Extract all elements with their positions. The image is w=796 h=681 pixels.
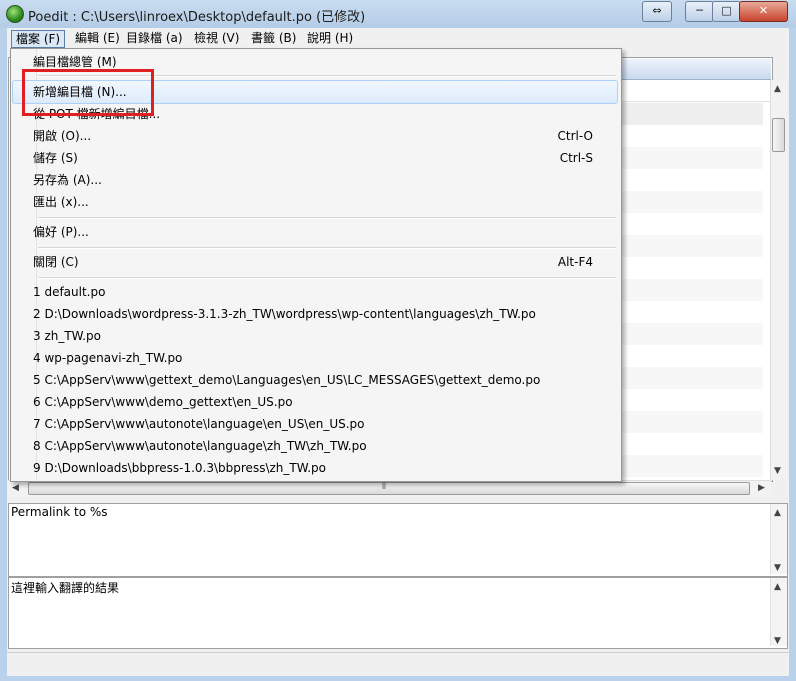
- list-row[interactable]: [621, 411, 763, 433]
- menu-item-save[interactable]: 儲存 (S) Ctrl-S: [33, 147, 593, 169]
- close-button[interactable]: ✕: [739, 1, 788, 22]
- poedit-app-icon[interactable]: [6, 5, 24, 23]
- menu-item-recent-file[interactable]: 6 C:\AppServ\www\demo_gettext\en_US.po: [33, 391, 593, 413]
- source-text-pane[interactable]: [8, 503, 788, 577]
- scroll-down-icon[interactable]: ▼: [774, 636, 781, 646]
- translation-text-pane[interactable]: [8, 577, 788, 649]
- list-row[interactable]: [621, 367, 763, 389]
- menu-item-recent-file[interactable]: 1 default.po: [33, 281, 593, 303]
- minimize-button[interactable]: ─: [685, 1, 714, 22]
- source-text: Permalink to %s: [11, 505, 108, 519]
- menu-item-save-as[interactable]: 另存為 (A)...: [33, 169, 593, 191]
- menu-separator: [38, 217, 616, 219]
- menu-item-preferences[interactable]: 偏好 (P)...: [33, 221, 593, 243]
- menu-bar: 檔案 (F) 編輯 (E) 目錄檔 (a) 檢視 (V) 書籤 (B) 說明 (…: [7, 28, 789, 49]
- list-vertical-scroll-thumb[interactable]: [772, 118, 785, 152]
- menu-item-recent-file[interactable]: 3 zh_TW.po: [33, 325, 593, 347]
- menu-item-recent-file[interactable]: 5 C:\AppServ\www\gettext_demo\Languages\…: [33, 369, 593, 391]
- scroll-up-icon[interactable]: ▲: [774, 84, 781, 94]
- list-row[interactable]: [621, 81, 771, 102]
- menu-edit[interactable]: 編輯 (E): [71, 30, 124, 46]
- scroll-left-icon[interactable]: ◀: [12, 483, 19, 493]
- list-row[interactable]: [621, 191, 763, 213]
- window-title: Poedit : C:\Users\linroex\Desktop\defaul…: [28, 10, 366, 25]
- menu-item-open[interactable]: 開啟 (O)... Ctrl-O: [33, 125, 593, 147]
- menu-item-recent-file[interactable]: 8 C:\AppServ\www\autonote\language\zh_TW…: [33, 435, 593, 457]
- menu-bookmarks[interactable]: 書籤 (B): [247, 30, 300, 46]
- menu-item-recent-file[interactable]: 2 D:\Downloads\wordpress-3.1.3-zh_TW\wor…: [33, 303, 593, 325]
- list-row[interactable]: [621, 323, 763, 345]
- scroll-down-icon[interactable]: ▼: [774, 563, 781, 573]
- scroll-grip-icon: ⦀: [382, 482, 386, 492]
- list-row[interactable]: [621, 147, 763, 169]
- menu-separator: [38, 277, 616, 279]
- menu-item-close[interactable]: 關閉 (C) Alt-F4: [33, 251, 593, 273]
- scroll-up-icon[interactable]: ▲: [774, 508, 781, 518]
- list-row[interactable]: [621, 103, 763, 125]
- status-bar: [7, 652, 789, 675]
- menu-item-recent-file[interactable]: 9 D:\Downloads\bbpress-1.0.3\bbpress\zh_…: [33, 457, 593, 479]
- list-row[interactable]: [621, 279, 763, 301]
- menu-help[interactable]: 說明 (H): [303, 30, 357, 46]
- menu-catalog[interactable]: 目錄檔 (a): [122, 30, 187, 46]
- menu-item-recent-file[interactable]: 7 C:\AppServ\www\autonote\language\en_US…: [33, 413, 593, 435]
- list-row[interactable]: [621, 235, 763, 257]
- swap-icon[interactable]: ⇔: [642, 1, 672, 22]
- menu-view[interactable]: 檢視 (V): [190, 30, 243, 46]
- window-frame-right: [789, 28, 796, 676]
- list-column-header[interactable]: [621, 59, 771, 80]
- list-row[interactable]: [621, 455, 763, 477]
- menu-item-recent-file[interactable]: 4 wp-pagenavi-zh_TW.po: [33, 347, 593, 369]
- maximize-button[interactable]: □: [712, 1, 741, 22]
- window-frame-left: [0, 28, 7, 676]
- annotation-highlight-box: [22, 69, 154, 116]
- scroll-up-icon[interactable]: ▲: [774, 582, 781, 592]
- menu-file[interactable]: 檔案 (F): [11, 30, 66, 48]
- list-horizontal-scroll-thumb[interactable]: [28, 482, 750, 495]
- translation-text[interactable]: 這裡輸入翻譯的結果: [11, 579, 119, 596]
- menu-item-export[interactable]: 匯出 (x)...: [33, 191, 593, 213]
- scroll-down-icon[interactable]: ▼: [774, 466, 781, 476]
- window-frame-bottom: [0, 676, 796, 681]
- menu-separator: [38, 247, 616, 249]
- scroll-right-icon[interactable]: ▶: [758, 483, 765, 493]
